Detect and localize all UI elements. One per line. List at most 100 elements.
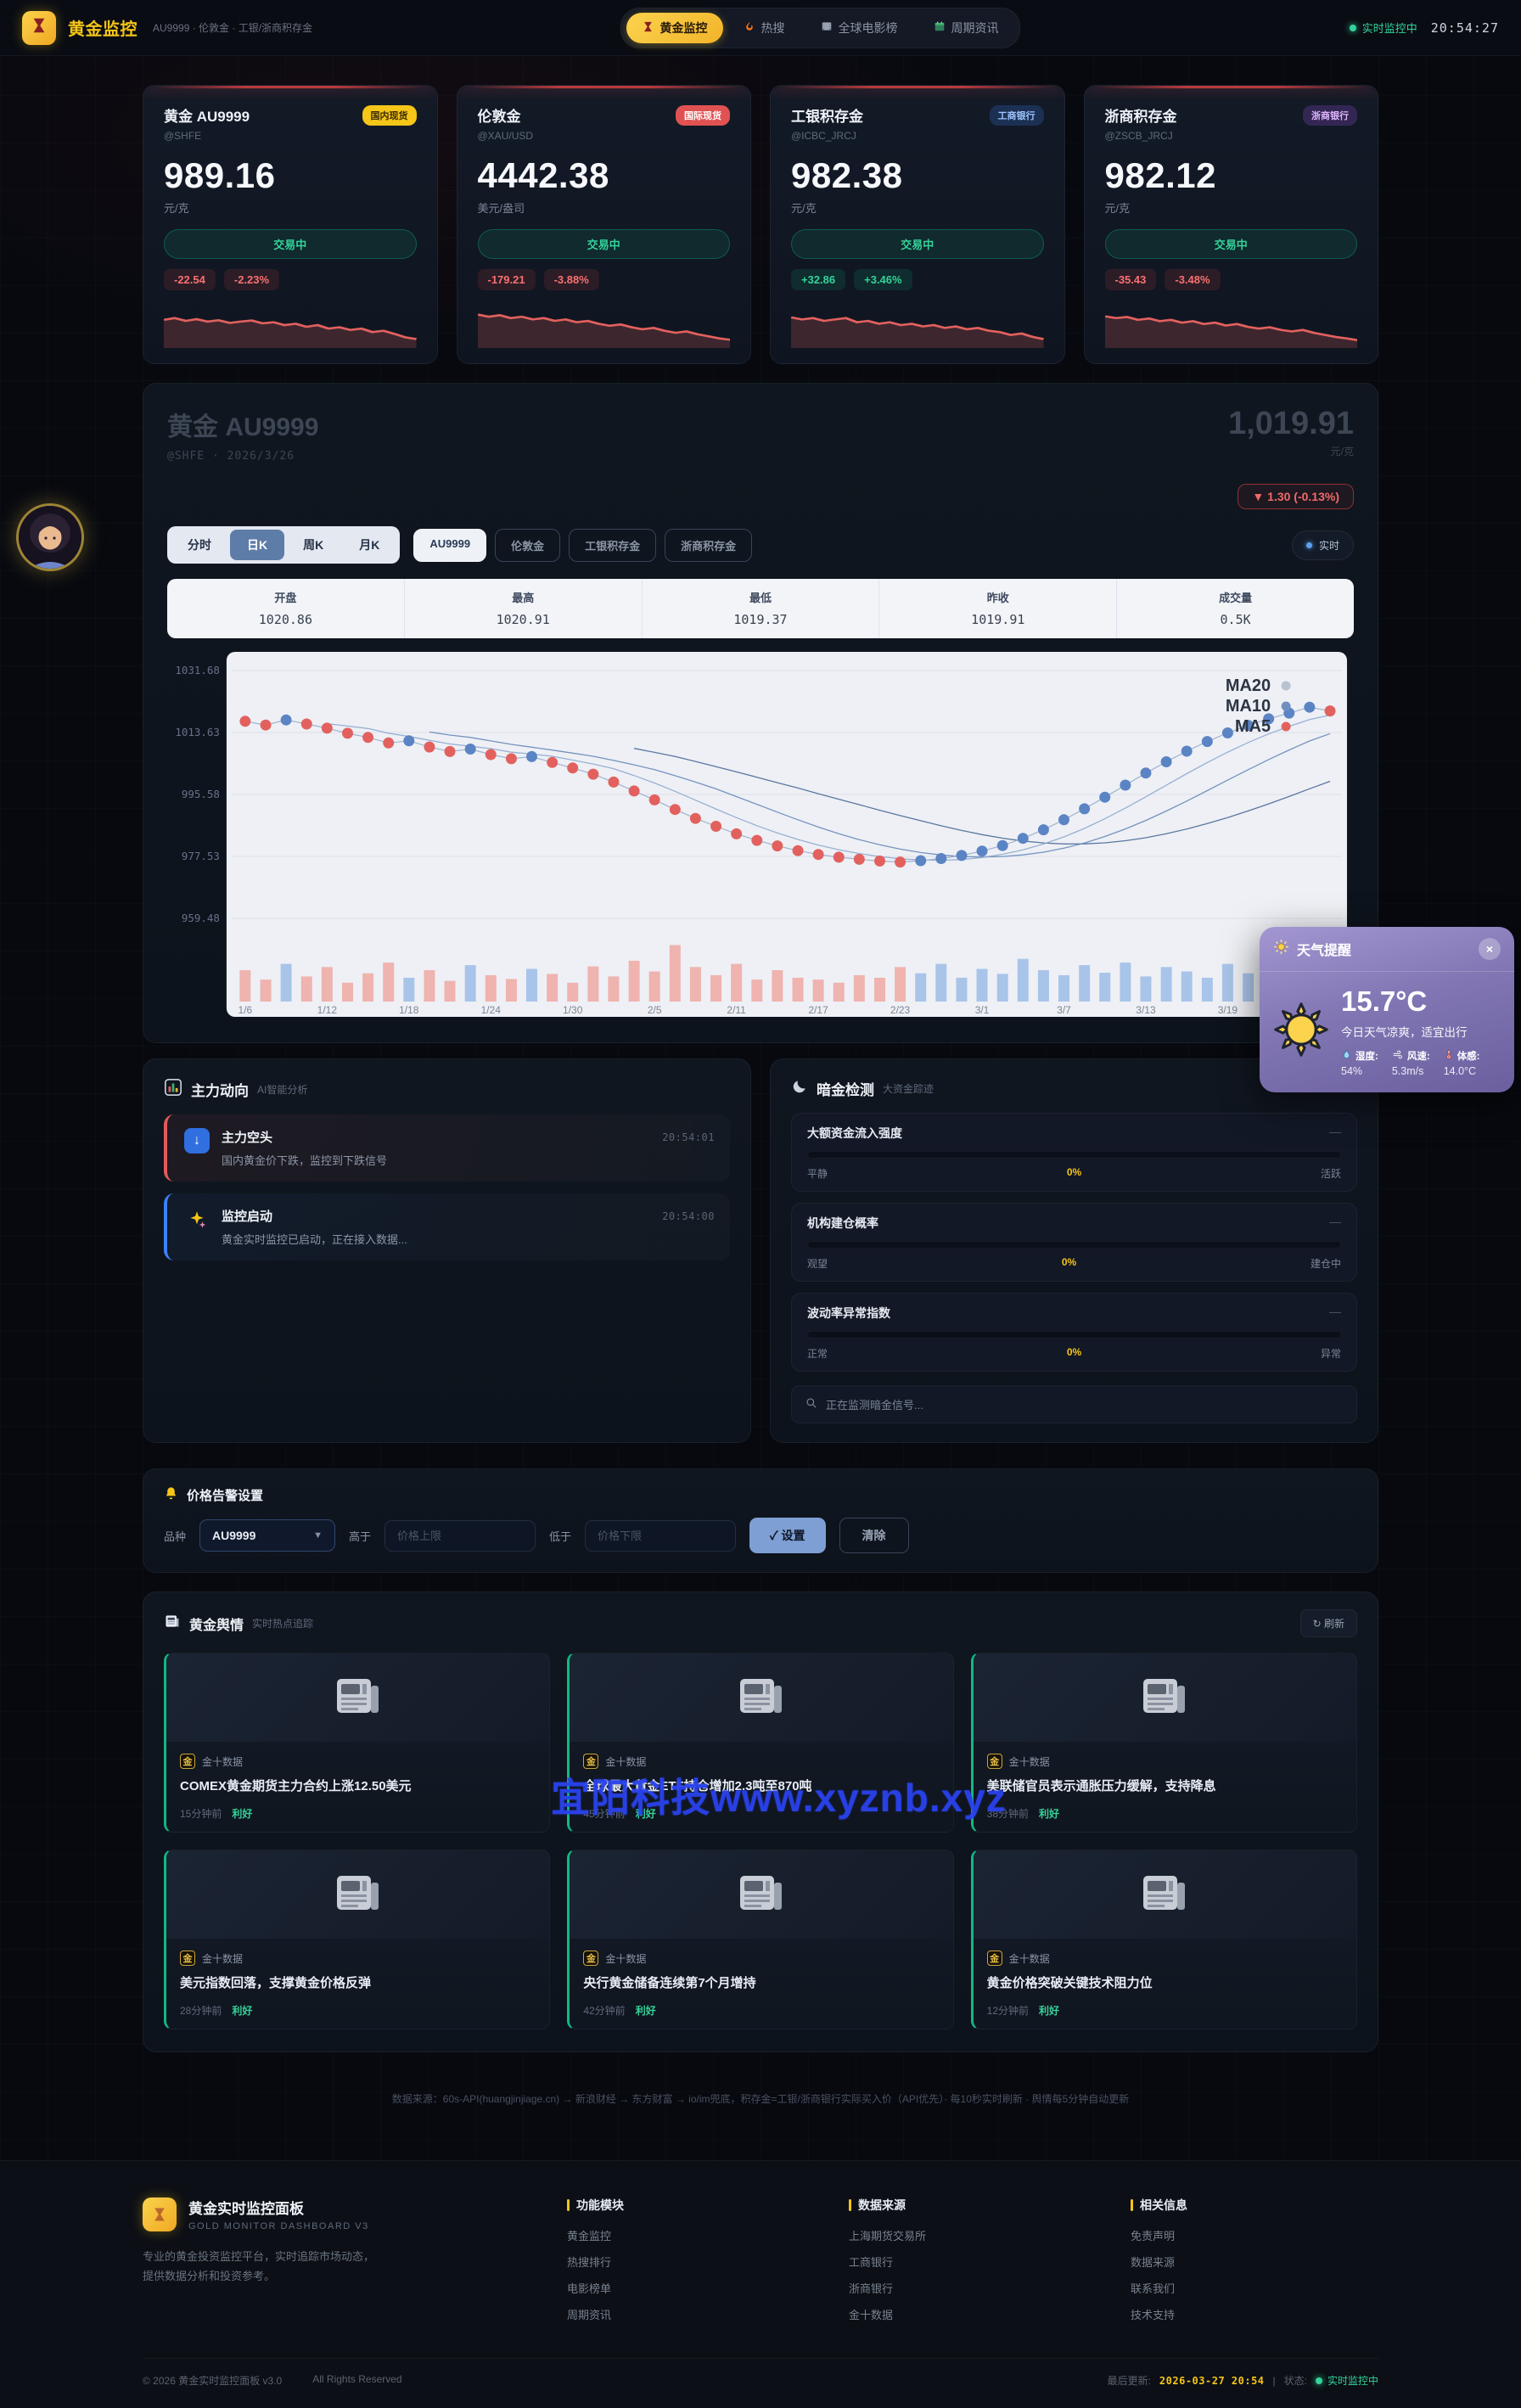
market-badge: 工商银行 bbox=[990, 105, 1044, 126]
close-icon[interactable]: × bbox=[1479, 938, 1501, 960]
weather-temp: 15.7°C bbox=[1341, 985, 1501, 1018]
nav-brand-block: 黄金监控 AU9999 · 伦敦金 · 工银/浙商积存金 bbox=[22, 11, 413, 45]
nav-tab-周期资讯[interactable]: 周期资讯 bbox=[918, 13, 1014, 43]
nav-tab-黄金监控[interactable]: 黄金监控 bbox=[626, 13, 723, 43]
period-tab-月K[interactable]: 月K bbox=[342, 530, 396, 560]
weather-popup: 天气提醒 × 15.7°C 今日天气凉爽，适宜出行 湿度: 54% 风速: 5.… bbox=[1260, 927, 1514, 1092]
status-label: 状态: bbox=[1284, 2373, 1307, 2388]
clear-alert-button[interactable]: 清除 bbox=[839, 1518, 909, 1553]
nav-tab-热搜[interactable]: 热搜 bbox=[728, 13, 800, 43]
assistant-avatar[interactable] bbox=[19, 506, 81, 569]
symbol-tab-工银积存金[interactable]: 工银积存金 bbox=[569, 529, 656, 562]
last-update-label: 最后更新: bbox=[1108, 2373, 1151, 2388]
refresh-button[interactable]: ↻ 刷新 bbox=[1300, 1609, 1357, 1637]
upper-price-input[interactable] bbox=[384, 1520, 536, 1552]
news-article[interactable]: 金 金十数据 美元指数回落，支撑黄金价格反弹 28分钟前 利好 bbox=[164, 1850, 550, 2029]
film-icon bbox=[821, 20, 833, 35]
gauge-track bbox=[807, 1241, 1341, 1249]
price-card[interactable]: 黄金 AU9999 国内现货 @SHFE 989.16 元/克 交易中 -22.… bbox=[143, 85, 438, 364]
news-article[interactable]: 金 金十数据 COMEX黄金期货主力合约上涨12.50美元 15分钟前 利好 bbox=[164, 1653, 550, 1833]
footer-link[interactable]: 热搜排行 bbox=[567, 2254, 815, 2270]
price-unit: 元/克 bbox=[791, 199, 1044, 216]
change-value: -35.43 bbox=[1105, 269, 1157, 290]
candlestick-chart[interactable]: 1031.681013.63995.58977.53959.48MA20MA10… bbox=[167, 652, 1354, 1017]
svg-text:MA10: MA10 bbox=[1226, 697, 1271, 716]
signal-desc: 黄金实时监控已启动，正在接入数据... bbox=[222, 1231, 715, 1247]
signal-item: ↓ 主力空头 20:54:01 国内黄金价下跌，监控到下跌信号 bbox=[164, 1114, 730, 1182]
change-value: +32.86 bbox=[791, 269, 845, 290]
news-time: 12分钟前 bbox=[987, 2003, 1029, 2018]
instrument-code: @SHFE bbox=[164, 130, 417, 142]
price-card[interactable]: 浙商积存金 浙商银行 @ZSCB_JRCJ 982.12 元/克 交易中 -35… bbox=[1084, 85, 1379, 364]
status-dot-icon bbox=[1316, 2377, 1322, 2384]
footer-link[interactable]: 周期资讯 bbox=[567, 2306, 815, 2322]
footer-link[interactable]: 金十数据 bbox=[849, 2306, 1097, 2322]
change-percent: -3.88% bbox=[544, 269, 599, 290]
svg-text:MA5: MA5 bbox=[1235, 717, 1271, 736]
footer-link[interactable]: 黄金监控 bbox=[567, 2227, 815, 2243]
col-bar-icon bbox=[1131, 2199, 1133, 2211]
news-article[interactable]: 金 金十数据 美联储官员表示通胀压力缓解，支持降息 38分钟前 利好 bbox=[971, 1653, 1357, 1833]
signal-time: 20:54:00 bbox=[662, 1210, 715, 1222]
medal-icon bbox=[30, 16, 48, 39]
gauge-low-label: 观望 bbox=[807, 1256, 828, 1271]
news-sentiment-tag: 利好 bbox=[636, 2003, 656, 2018]
jin10-icon: 金 bbox=[583, 1951, 598, 1966]
price-card[interactable]: 工银积存金 工商银行 @ICBC_JRCJ 982.38 元/克 交易中 +32… bbox=[770, 85, 1065, 364]
news-grid: 金 金十数据 COMEX黄金期货主力合约上涨12.50美元 15分钟前 利好 金… bbox=[164, 1653, 1357, 2029]
footer-bottom-bar: © 2026 黄金实时监控面板 v3.0 All Rights Reserved… bbox=[143, 2358, 1378, 2408]
footer-link[interactable]: 电影榜单 bbox=[567, 2280, 815, 2296]
instrument-name: 黄金 AU9999 bbox=[164, 104, 250, 126]
news-article[interactable]: 金 金十数据 全球最大黄金ETF持仓增加2.3吨至870吨 45分钟前 利好 bbox=[567, 1653, 953, 1833]
price-card[interactable]: 伦敦金 国际现货 @XAU/USD 4442.38 美元/盎司 交易中 -179… bbox=[457, 85, 752, 364]
medal-icon bbox=[642, 20, 654, 36]
down-arrow-icon: ↓ bbox=[184, 1128, 210, 1153]
clock: 20:54:27 bbox=[1431, 20, 1499, 36]
signal-title: 监控启动 bbox=[222, 1207, 272, 1225]
newspaper-thumb-icon bbox=[334, 1675, 383, 1720]
period-tabs: 分时日K周K月K bbox=[167, 526, 400, 564]
footer-link[interactable]: 工商银行 bbox=[849, 2254, 1097, 2270]
symbol-tab-AU9999[interactable]: AU9999 bbox=[413, 529, 486, 562]
wind-icon bbox=[1392, 1049, 1404, 1063]
footer-link[interactable]: 技术支持 bbox=[1131, 2306, 1378, 2322]
symbol-tab-伦敦金[interactable]: 伦敦金 bbox=[495, 529, 560, 562]
set-alert-button[interactable]: ✓ 设置 bbox=[749, 1518, 825, 1553]
svg-text:1/18: 1/18 bbox=[399, 1004, 419, 1016]
period-tab-周K[interactable]: 周K bbox=[286, 530, 340, 560]
svg-text:1/24: 1/24 bbox=[481, 1004, 502, 1016]
below-label: 低于 bbox=[549, 1528, 571, 1544]
newspaper-thumb-icon bbox=[334, 1872, 383, 1917]
news-source: 金十数据 bbox=[605, 1754, 646, 1769]
footer-link[interactable]: 联系我们 bbox=[1131, 2280, 1378, 2296]
symbol-tab-浙商积存金[interactable]: 浙商积存金 bbox=[665, 529, 752, 562]
svg-text:977.53: 977.53 bbox=[182, 850, 220, 862]
symbol-select[interactable]: AU9999 ▼ bbox=[199, 1519, 335, 1552]
change-value: -22.54 bbox=[164, 269, 216, 290]
news-article[interactable]: 金 金十数据 央行黄金储备连续第7个月增持 42分钟前 利好 bbox=[567, 1850, 953, 2029]
market-badge: 国内现货 bbox=[362, 105, 417, 126]
period-tab-日K[interactable]: 日K bbox=[230, 530, 284, 560]
nav-tab-全球电影榜[interactable]: 全球电影榜 bbox=[805, 13, 913, 43]
news-article[interactable]: 金 金十数据 黄金价格突破关键技术阻力位 12分钟前 利好 bbox=[971, 1850, 1357, 2029]
app-logo[interactable] bbox=[22, 11, 56, 45]
gauge-high-label: 异常 bbox=[1321, 1346, 1341, 1361]
lower-price-input[interactable] bbox=[585, 1520, 736, 1552]
footer-link[interactable]: 上海期货交易所 bbox=[849, 2227, 1097, 2243]
news-sentiment-tag: 利好 bbox=[636, 1806, 656, 1821]
weather-stat: 湿度: 54% bbox=[1341, 1049, 1378, 1077]
period-tab-分时[interactable]: 分时 bbox=[171, 530, 228, 560]
datasource-note: 数据来源：60s-API(huangjinjiage.cn) → 新浪财经 → … bbox=[143, 2091, 1378, 2106]
sparkline-chart bbox=[791, 302, 1044, 348]
footer-link[interactable]: 浙商银行 bbox=[849, 2280, 1097, 2296]
news-time: 15分钟前 bbox=[180, 1806, 222, 1821]
footer-link[interactable]: 数据来源 bbox=[1131, 2254, 1378, 2270]
weather-stat: 体感: 14.0°C bbox=[1444, 1049, 1480, 1077]
dark-gold-status: 正在监测暗金信号... bbox=[791, 1385, 1357, 1423]
ohlc-stats: 开盘1020.86 最高1020.91 最低1019.37 昨收1019.91 … bbox=[167, 579, 1354, 638]
chart-price: 1,019.91 bbox=[1228, 406, 1354, 442]
footer-link[interactable]: 免责声明 bbox=[1131, 2227, 1378, 2243]
news-headline: 美元指数回落，支撑黄金价格反弹 bbox=[180, 1974, 536, 1993]
sun-icon bbox=[1273, 939, 1289, 959]
footer-desc-1: 专业的黄金投资监控平台，实时追踪市场动态， bbox=[143, 2250, 374, 2263]
